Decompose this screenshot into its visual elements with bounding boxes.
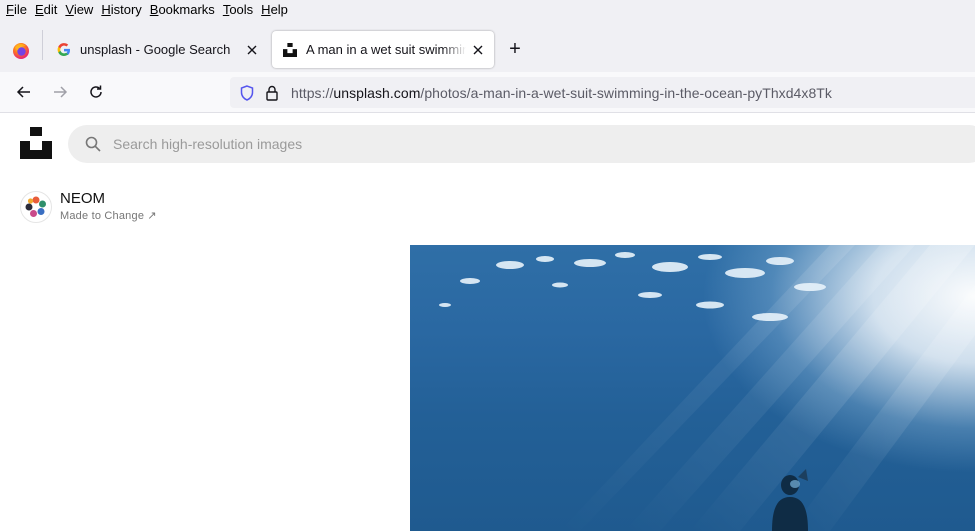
menu-help[interactable]: Help <box>257 0 292 20</box>
url-path: /photos/a-man-in-a-wet-suit-swimming-in-… <box>420 84 832 101</box>
back-arrow-icon <box>16 86 30 98</box>
page-content: NEOM Made to Change ↗ <box>0 113 975 531</box>
menu-bar: File Edit View History Bookmarks Tools H… <box>0 0 975 20</box>
forward-button[interactable] <box>46 78 74 106</box>
close-tab-icon[interactable] <box>240 38 264 62</box>
navigation-bar: https://unsplash.com/photos/a-man-in-a-w… <box>0 72 975 113</box>
lock-icon[interactable] <box>264 85 280 101</box>
photo-author[interactable]: NEOM Made to Change ↗ <box>20 190 157 224</box>
back-button[interactable] <box>10 78 38 106</box>
tab-google-search[interactable]: unsplash - Google Search <box>46 31 268 68</box>
search-input[interactable] <box>113 136 613 152</box>
menu-history[interactable]: History <box>97 0 145 20</box>
tab-title: A man in a wet suit swimming in the ocea… <box>306 42 466 57</box>
menu-tools[interactable]: Tools <box>219 0 257 20</box>
firefox-icon <box>13 43 29 59</box>
search-icon[interactable] <box>84 135 102 153</box>
menu-file[interactable]: File <box>2 0 31 20</box>
close-tab-icon[interactable] <box>466 38 490 62</box>
forward-arrow-icon <box>54 86 68 98</box>
neom-logo-icon <box>25 196 46 217</box>
menu-edit[interactable]: Edit <box>31 0 61 20</box>
search-bar[interactable] <box>68 125 975 163</box>
new-tab-button[interactable]: + <box>502 36 528 62</box>
firefox-menu-button[interactable] <box>0 30 42 72</box>
reload-button[interactable] <box>82 78 110 106</box>
author-subtitle[interactable]: Made to Change ↗ <box>60 208 157 224</box>
unsplash-logo-icon[interactable] <box>20 127 52 159</box>
author-name[interactable]: NEOM <box>60 190 157 208</box>
address-bar[interactable]: https://unsplash.com/photos/a-man-in-a-w… <box>230 77 975 108</box>
tab-unsplash-photo[interactable]: A man in a wet suit swimming in the ocea… <box>272 31 494 68</box>
url-text[interactable]: https://unsplash.com/photos/a-man-in-a-w… <box>291 85 832 101</box>
reload-icon <box>90 85 102 98</box>
menu-bookmarks[interactable]: Bookmarks <box>146 0 219 20</box>
url-scheme: https:// <box>291 84 334 101</box>
main-photo[interactable] <box>410 245 975 531</box>
unsplash-icon <box>282 42 298 58</box>
tracking-protection-shield-icon[interactable] <box>239 84 255 101</box>
tab-title: unsplash - Google Search <box>80 42 231 57</box>
url-host: unsplash.com <box>333 84 421 101</box>
underwater-scene <box>439 245 975 531</box>
tab-separator <box>42 30 43 60</box>
avatar[interactable] <box>20 191 52 223</box>
google-icon <box>56 42 72 58</box>
tab-strip: unsplash - Google Search A man in a wet … <box>0 20 975 72</box>
menu-view[interactable]: View <box>61 0 97 20</box>
